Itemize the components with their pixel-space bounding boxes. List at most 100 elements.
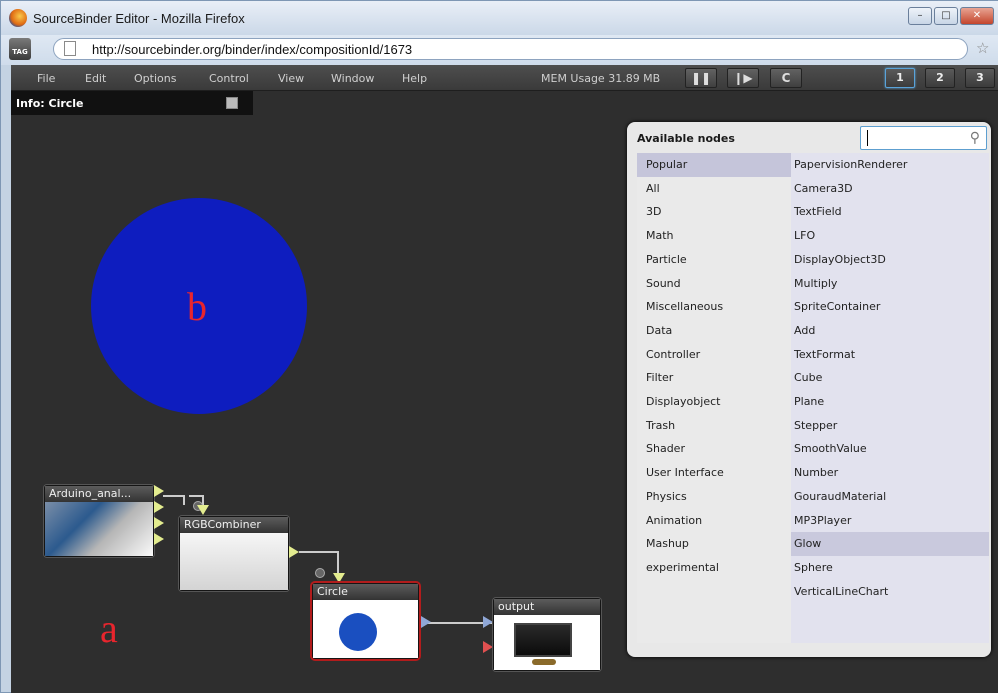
pause-button[interactable]: ❚❚ [685,68,717,88]
url-text: http://sourcebinder.org/binder/index/com… [92,42,413,57]
step-button[interactable]: ❙▶ [727,68,759,88]
output-port[interactable] [154,533,164,545]
node-list-item[interactable]: Camera3D [791,177,989,201]
node-rgbcombiner[interactable]: RGBCombiner [179,516,289,591]
node-list-item[interactable]: MP3Player [791,509,989,533]
category-item[interactable]: Math [637,224,791,248]
arduino-image [45,502,153,556]
node-list-item[interactable]: DisplayObject3D [791,248,989,272]
node-list-item[interactable]: Add [791,319,989,343]
category-item[interactable]: Shader [637,437,791,461]
editor-area: File Edit Options Control View Window He… [11,65,998,693]
category-item[interactable]: All [637,177,791,201]
node-list-item[interactable]: Number [791,461,989,485]
browser-window: SourceBinder Editor - Mozilla Firefox – … [0,0,998,693]
wire [183,495,185,505]
input-port[interactable] [483,616,493,628]
menu-options[interactable]: Options [134,72,176,85]
category-item[interactable]: 3D [637,200,791,224]
available-nodes-panel: Available nodes ⚲ Popular All 3D Math Partic… [627,122,991,657]
node-list-item[interactable]: SpriteContainer [791,295,989,319]
menu-edit[interactable]: Edit [85,72,106,85]
category-item[interactable]: Particle [637,248,791,272]
monitor-stand [532,659,556,665]
node-list-item[interactable]: Stepper [791,414,989,438]
monitor-icon [514,623,572,657]
node-output[interactable]: output [493,598,601,671]
category-item[interactable]: Miscellaneous [637,295,791,319]
input-port[interactable] [333,573,345,583]
url-field[interactable]: http://sourcebinder.org/binder/index/com… [53,38,968,60]
node-list-item[interactable]: Glow [791,532,989,557]
page-1-button[interactable]: 1 [885,68,915,88]
search-icon[interactable]: ⚲ [970,130,980,146]
menu-view[interactable]: View [278,72,304,85]
node-list-item[interactable]: SmoothValue [791,437,989,461]
menu-file[interactable]: File [37,72,55,85]
panel-title: Available nodes [637,132,735,145]
circle-thumbnail [339,613,377,651]
node-body [180,533,288,590]
category-item[interactable]: Trash [637,414,791,438]
node-arduino[interactable]: Arduino_anal... [44,485,154,557]
page-2-button[interactable]: 2 [925,68,955,88]
output-port[interactable] [154,485,164,497]
node-list-item[interactable]: VerticalLineChart [791,580,989,604]
menu-window[interactable]: Window [331,72,374,85]
category-item[interactable]: Mashup [637,532,791,556]
wire [337,551,339,573]
category-item[interactable]: experimental [637,556,791,580]
category-item[interactable]: Physics [637,485,791,509]
menu-help[interactable]: Help [402,72,427,85]
category-item[interactable]: Popular [637,153,791,177]
node-list-item[interactable]: Sphere [791,556,989,580]
node-circle[interactable]: Circle [312,583,419,659]
memory-usage: MEM Usage 31.89 MB [541,72,661,85]
node-list-item[interactable]: TextField [791,200,989,224]
page-icon [64,41,76,56]
title-bar: SourceBinder Editor - Mozilla Firefox – … [1,1,998,35]
input-pin-icon[interactable] [315,568,325,578]
input-port[interactable] [197,505,209,515]
node-list: PapervisionRenderer Camera3D TextField LFO D… [791,153,989,643]
node-rgbcombiner-title: RGBCombiner [180,517,288,533]
info-panel: Info: Circle [11,91,253,115]
category-item[interactable]: Controller [637,343,791,367]
node-circle-title: Circle [313,584,418,600]
category-item[interactable]: User Interface [637,461,791,485]
node-output-title: output [494,599,600,615]
node-list-item[interactable]: LFO [791,224,989,248]
node-search-input[interactable]: ⚲ [860,126,987,150]
category-item[interactable]: Sound [637,272,791,296]
output-port[interactable] [154,517,164,529]
node-list-item[interactable]: GouraudMaterial [791,485,989,509]
node-list-item[interactable]: Plane [791,390,989,414]
window-title: SourceBinder Editor - Mozilla Firefox [33,11,245,26]
bookmark-star-icon[interactable]: ☆ [976,39,989,57]
minimize-button[interactable]: – [908,7,932,25]
node-list-item[interactable]: PapervisionRenderer [791,153,989,177]
category-list: Popular All 3D Math Particle Sound Miscellaneo… [637,153,791,643]
tag-icon[interactable]: TAG [9,38,31,60]
close-button[interactable]: ✕ [960,7,994,25]
menu-control[interactable]: Control [209,72,249,85]
info-title: Info: Circle [16,97,84,110]
input-port[interactable] [483,641,493,653]
annotation-b: b [187,284,207,329]
category-item[interactable]: Filter [637,366,791,390]
page-3-button[interactable]: 3 [965,68,995,88]
node-list-item[interactable]: Cube [791,366,989,390]
annotation-a: a [100,606,118,651]
reload-button[interactable]: C [770,68,802,88]
output-port[interactable] [289,546,299,558]
node-list-item[interactable]: TextFormat [791,343,989,367]
category-item[interactable]: Animation [637,509,791,533]
output-port[interactable] [421,616,431,628]
output-port[interactable] [154,501,164,513]
node-list-item[interactable]: Multiply [791,272,989,296]
editor-menubar: File Edit Options Control View Window He… [11,65,998,91]
category-item[interactable]: Displayobject [637,390,791,414]
maximize-button[interactable]: □ [934,7,958,25]
category-item[interactable]: Data [637,319,791,343]
info-collapse-button[interactable] [226,97,238,109]
